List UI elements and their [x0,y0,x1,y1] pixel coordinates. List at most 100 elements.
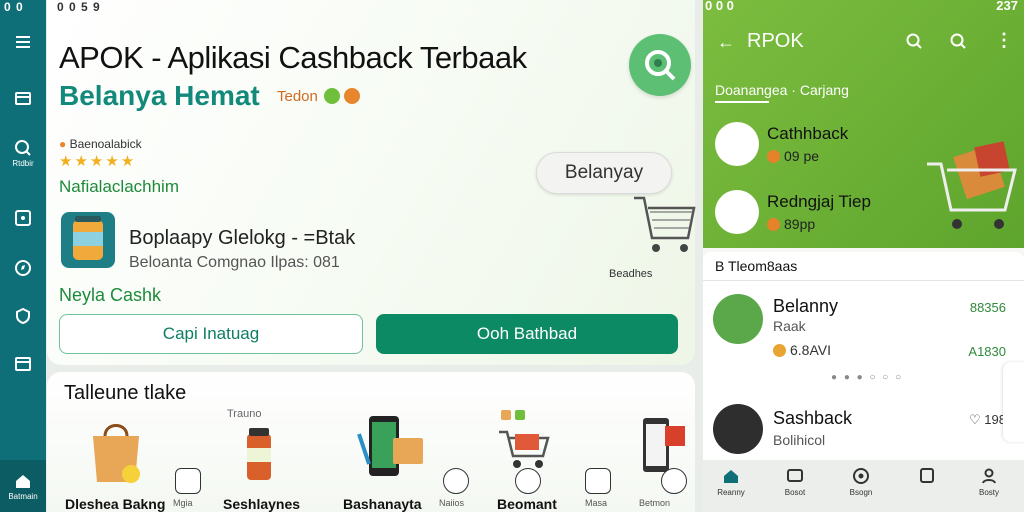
store-icon [15,357,31,371]
list-heading: B Tleom8aas [715,258,798,274]
rail-item-label: Rtdbir [12,159,34,168]
tab-label: Bosty [978,488,999,497]
phone-header: 0 0 0 237 ← RPOK ⋮ Doanangea · Carjang C… [703,0,1024,248]
coin-icon [767,150,780,163]
rail-item-shield[interactable] [0,306,46,326]
main-card: 0 0 5 9 APOK - Aplikasi Cashback Terbaak… [47,0,696,365]
item-price: ♡ 198 [969,412,1006,428]
chat-icon [920,468,934,483]
highlight-title: Redngjaj Tiep [767,192,871,211]
search-icon [15,140,31,156]
tab-profile[interactable]: Bosty [967,466,1011,497]
heart-icon[interactable]: ♡ [969,412,984,427]
item-subtitle: Raak [773,318,806,334]
pager-dots[interactable]: ● ● ● ○ ○ ○ [831,372,903,383]
phone-shopping-icon [357,416,423,476]
compass-icon [15,260,31,276]
tab-tv[interactable]: Bosot [773,466,817,497]
page-subtitle: Belanya Hemat [59,80,260,111]
tile-label: Seshlaynes [223,496,301,512]
mini-compass-icon[interactable] [443,468,469,494]
rail-item-home[interactable]: Batmain [0,460,46,512]
more-icon[interactable]: ⋮ [995,30,1013,51]
tab-scan[interactable]: Bsogn [839,466,883,497]
highlight-coin: 09 pe [767,148,819,164]
shop-pill-button[interactable]: Belanyay [536,152,672,194]
tv-icon [787,469,803,482]
phone-title: RPOK [747,30,804,52]
item-price-secondary: A1830 [968,344,1006,359]
product-thumbnail [61,212,115,268]
section-title: Talleune tlake [64,382,187,404]
wallet-icon [15,92,31,105]
tab-indicator [715,101,769,103]
left-rail: 0 0 Rtdbir Batmain [0,0,46,512]
item-subtitle: Bolihicol [773,432,826,448]
promo-text: Nafialaclachhim [59,177,179,196]
tile-label: Dleshea Bakng [65,496,166,512]
phone-screen: 0 0 0 237 ← RPOK ⋮ Doanangea · Carjang C… [703,0,1024,512]
rail-item-wallet[interactable] [0,88,46,108]
back-arrow-icon[interactable]: ← [717,32,735,53]
coin-value: 89pp [784,216,816,232]
tag-icon [15,210,31,226]
page-title: APOK - Aplikasi Cashback Terbaak [59,40,527,75]
phone-tab-bar: Reanny Bosot Bsogn Bosty [703,460,1024,512]
rail-item-search[interactable]: Rtdbir [0,138,46,168]
rail-item-compass[interactable] [0,258,46,278]
coin-value: 09 pe [784,148,820,164]
screen: 0 0 Rtdbir Batmain 0 0 5 9 APOK - Aplika… [0,0,1024,512]
search-icon[interactable] [949,32,967,50]
item-title: Sashback [773,408,853,428]
category-tab[interactable]: Doanangea · Carjang [715,82,849,98]
jar-icon [73,216,103,260]
cart-caption: Beadhes [609,268,653,280]
cashback-text: Neyla Cashk [59,285,162,305]
item-thumbnail [713,294,763,344]
tile-label: Masa [585,498,608,508]
top-status: 0 0 5 9 [57,0,101,14]
status-time: 237 [996,0,1018,13]
tab-home[interactable]: Reanny [709,466,753,497]
scan-icon [853,468,869,484]
mini-profile-button[interactable] [661,468,687,494]
scroll-handle[interactable] [1003,362,1024,442]
product-title: Boplaapy Glelokg - =Btak [129,227,356,249]
phone-list: B Tleom8aas Belanny Raak 6.8AVI 88356 A1… [703,252,1024,460]
item-title: Belanny [773,296,839,316]
tab-label: Reanny [717,488,745,497]
app-logo [629,34,691,96]
coin-value: 6.8AVI [790,342,831,358]
shopping-bag-icon [93,424,140,483]
mini-list-icon[interactable] [175,468,201,494]
tile-label: Bashanayta [343,496,422,512]
mini-shop-icon[interactable] [585,468,611,494]
search-icon[interactable] [905,32,923,50]
rail-item-store[interactable] [0,354,46,374]
rating-text: Baenoalabick [69,137,142,151]
item-thumbnail [713,404,763,454]
tile-label: Naiios [439,498,465,508]
menu-button[interactable] [0,32,46,52]
tab-chat[interactable] [905,466,949,488]
rating-stars: ★★★★★ [59,153,137,170]
secondary-button[interactable]: Capi Inatuag [59,314,363,354]
highlight-thumbnail [715,190,759,234]
rail-status: 0 0 [4,0,24,14]
coin-icon [767,218,780,231]
home-icon [16,475,30,488]
home-icon [724,470,738,483]
coin-icon [773,344,786,357]
highlight-thumbnail [715,122,759,166]
tab-label: Bosot [784,488,806,497]
heart-shield-icon [16,307,30,325]
mini-cart-button[interactable] [515,468,541,494]
jar-icon [247,428,271,480]
tile-label: Mgia [173,498,193,508]
highlight-title: Cathhback [767,124,849,143]
divider [703,280,1024,281]
tile-label: Beomant [497,496,557,512]
rail-item-tag[interactable] [0,208,46,228]
tile-label: Betmon [639,498,671,508]
primary-button[interactable]: Ooh Bathbad [376,314,678,354]
